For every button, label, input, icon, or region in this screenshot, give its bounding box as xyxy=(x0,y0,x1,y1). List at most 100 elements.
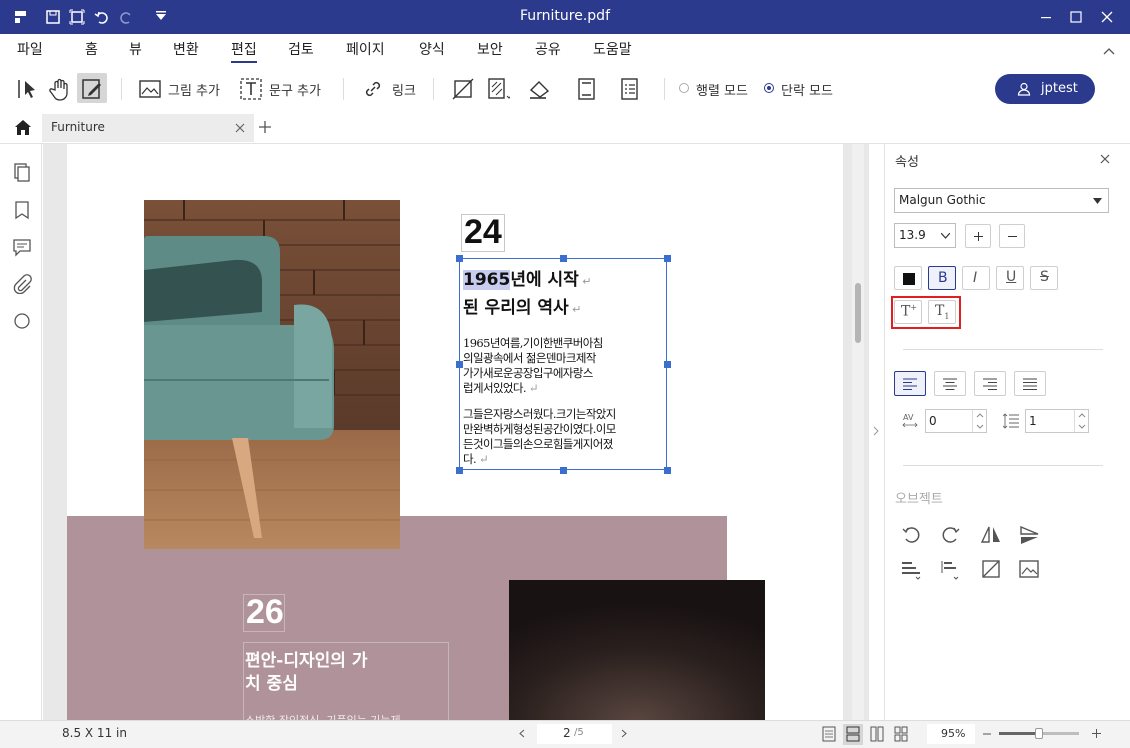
menu-form[interactable]: 양식 xyxy=(419,39,445,59)
flip-horizontal-icon[interactable] xyxy=(980,524,1002,546)
close-panel-icon[interactable] xyxy=(1100,154,1110,164)
crop-object-icon[interactable] xyxy=(980,558,1002,580)
spin-down-icon[interactable] xyxy=(1078,424,1086,429)
line-mode-radio[interactable] xyxy=(678,82,690,94)
page-number-field[interactable]: 2 /5 xyxy=(537,724,612,744)
section1-heading-line1[interactable]: 1965년에 시작 ↵ xyxy=(463,265,592,290)
add-image-icon[interactable] xyxy=(137,76,163,102)
align-left-button[interactable] xyxy=(894,371,926,396)
paragraph-mode-radio[interactable] xyxy=(763,82,775,94)
section1-paragraph2[interactable]: 그들은자랑스러웠다.크기는작았지 만완벽하게형성된공간이였다.이모 든것이그들의… xyxy=(463,407,616,467)
menu-edit[interactable]: 편집 xyxy=(231,39,257,63)
single-page-view-icon[interactable] xyxy=(822,726,836,742)
zoom-out-icon[interactable] xyxy=(983,733,991,735)
link-icon[interactable] xyxy=(360,76,386,102)
selected-text-box[interactable]: 1965년에 시작 ↵ 된 우리의 역사 ↵ 1965년여름,기이한밴쿠버아침 … xyxy=(459,258,667,470)
edit-tool-icon[interactable] xyxy=(79,76,105,102)
menu-share[interactable]: 공유 xyxy=(535,39,561,59)
italic-button[interactable]: I xyxy=(962,266,990,290)
font-family-select[interactable]: Malgun Gothic xyxy=(894,188,1109,213)
add-text-icon[interactable] xyxy=(238,76,264,102)
chair-photo[interactable] xyxy=(144,200,400,549)
hand-tool-icon[interactable] xyxy=(47,76,73,102)
bates-number-icon[interactable] xyxy=(617,76,643,102)
maximize-icon[interactable] xyxy=(1065,6,1087,28)
rotate-left-icon[interactable] xyxy=(900,524,922,546)
dark-photo[interactable] xyxy=(509,580,765,720)
strikethrough-button[interactable]: S xyxy=(1030,266,1058,290)
minimize-icon[interactable] xyxy=(1035,6,1057,28)
text-color-button[interactable] xyxy=(894,266,922,290)
spin-up-icon[interactable] xyxy=(1078,413,1086,418)
section2-text-box[interactable]: 편안-디자인의 가 치 중심 소박한 장인정신, 기품있는 기능제 xyxy=(243,642,449,720)
menu-convert[interactable]: 변환 xyxy=(173,39,199,59)
rotate-right-icon[interactable] xyxy=(940,524,962,546)
subscript-button[interactable]: T1 xyxy=(928,300,956,324)
resize-handle[interactable] xyxy=(456,255,463,262)
close-window-icon[interactable] xyxy=(1096,6,1118,28)
menu-view[interactable]: 뷰 xyxy=(129,39,142,59)
flip-vertical-icon[interactable] xyxy=(1018,524,1040,546)
new-tab-icon[interactable] xyxy=(258,120,272,134)
zoom-slider-track[interactable] xyxy=(999,728,1079,739)
line-mode-label[interactable]: 행렬 모드 xyxy=(696,80,748,99)
next-page-icon[interactable] xyxy=(621,729,627,738)
home-icon[interactable] xyxy=(14,119,32,136)
crop-icon[interactable] xyxy=(450,76,476,102)
bold-button[interactable]: B xyxy=(928,266,956,290)
continuous-view-icon[interactable] xyxy=(846,726,860,742)
number-26-box[interactable]: 26 xyxy=(243,593,285,632)
menu-home[interactable]: 홈 xyxy=(85,39,98,59)
thumbnails-icon[interactable] xyxy=(12,163,32,183)
align-justify-button[interactable] xyxy=(1014,371,1046,396)
comments-icon[interactable] xyxy=(12,237,32,257)
section1-heading-line2[interactable]: 된 우리의 역사 ↵ xyxy=(463,293,581,318)
replace-image-icon[interactable] xyxy=(1018,558,1040,580)
zoom-slider-thumb[interactable] xyxy=(1035,728,1043,739)
spin-up-icon[interactable] xyxy=(976,413,984,418)
decrease-font-size-button[interactable] xyxy=(999,224,1025,248)
underline-button[interactable]: U xyxy=(996,266,1024,290)
collapse-right-panel-icon[interactable] xyxy=(873,426,879,436)
select-cursor-icon[interactable] xyxy=(15,76,41,102)
paragraph-mode-label[interactable]: 단락 모드 xyxy=(781,80,833,99)
distribute-objects-icon[interactable] xyxy=(938,558,962,580)
menu-review[interactable]: 검토 xyxy=(288,39,314,59)
line-spacing-input[interactable]: 1 xyxy=(1025,409,1089,433)
zoom-field[interactable]: 95% xyxy=(927,724,975,744)
prev-page-icon[interactable] xyxy=(519,729,525,738)
scrollbar-thumb[interactable] xyxy=(855,283,861,343)
resize-handle[interactable] xyxy=(560,467,567,474)
vertical-scrollbar[interactable] xyxy=(852,144,864,720)
collapse-ribbon-icon[interactable] xyxy=(1102,46,1116,56)
pdf-page[interactable]: 24 1965년에 시작 ↵ 된 우리의 역사 ↵ 1965년여름,기이한밴쿠버… xyxy=(67,144,843,720)
resize-handle[interactable] xyxy=(560,255,567,262)
section1-paragraph1[interactable]: 1965년여름,기이한밴쿠버아침 의일광속에서 젊은덴마크제작 가가새로운공장입… xyxy=(463,336,603,396)
spin-buttons[interactable] xyxy=(1074,410,1089,432)
search-icon[interactable] xyxy=(12,311,32,331)
resize-handle[interactable] xyxy=(456,361,463,368)
zoom-in-icon[interactable] xyxy=(1092,729,1101,738)
align-right-button[interactable] xyxy=(974,371,1006,396)
add-text-label[interactable]: 문구 추가 xyxy=(269,80,321,99)
resize-handle[interactable] xyxy=(664,361,671,368)
tab-furniture[interactable]: Furniture xyxy=(42,114,254,142)
resize-handle[interactable] xyxy=(456,467,463,474)
spin-buttons[interactable] xyxy=(972,410,987,432)
align-center-button[interactable] xyxy=(934,371,966,396)
spin-down-icon[interactable] xyxy=(976,424,984,429)
link-label[interactable]: 링크 xyxy=(392,80,416,99)
close-tab-icon[interactable] xyxy=(235,123,245,133)
align-objects-icon[interactable] xyxy=(900,558,924,580)
add-image-label[interactable]: 그림 추가 xyxy=(168,80,220,99)
header-footer-icon[interactable] xyxy=(574,76,600,102)
character-spacing-input[interactable]: 0 xyxy=(925,409,987,433)
two-page-view-icon[interactable] xyxy=(870,726,884,742)
two-page-continuous-icon[interactable] xyxy=(894,726,908,742)
menu-help[interactable]: 도움말 xyxy=(593,39,632,59)
bookmark-icon[interactable] xyxy=(12,200,32,220)
menu-page[interactable]: 페이지 xyxy=(346,39,385,59)
menu-security[interactable]: 보안 xyxy=(477,39,503,59)
resize-handle[interactable] xyxy=(664,255,671,262)
attachment-icon[interactable] xyxy=(12,274,32,294)
